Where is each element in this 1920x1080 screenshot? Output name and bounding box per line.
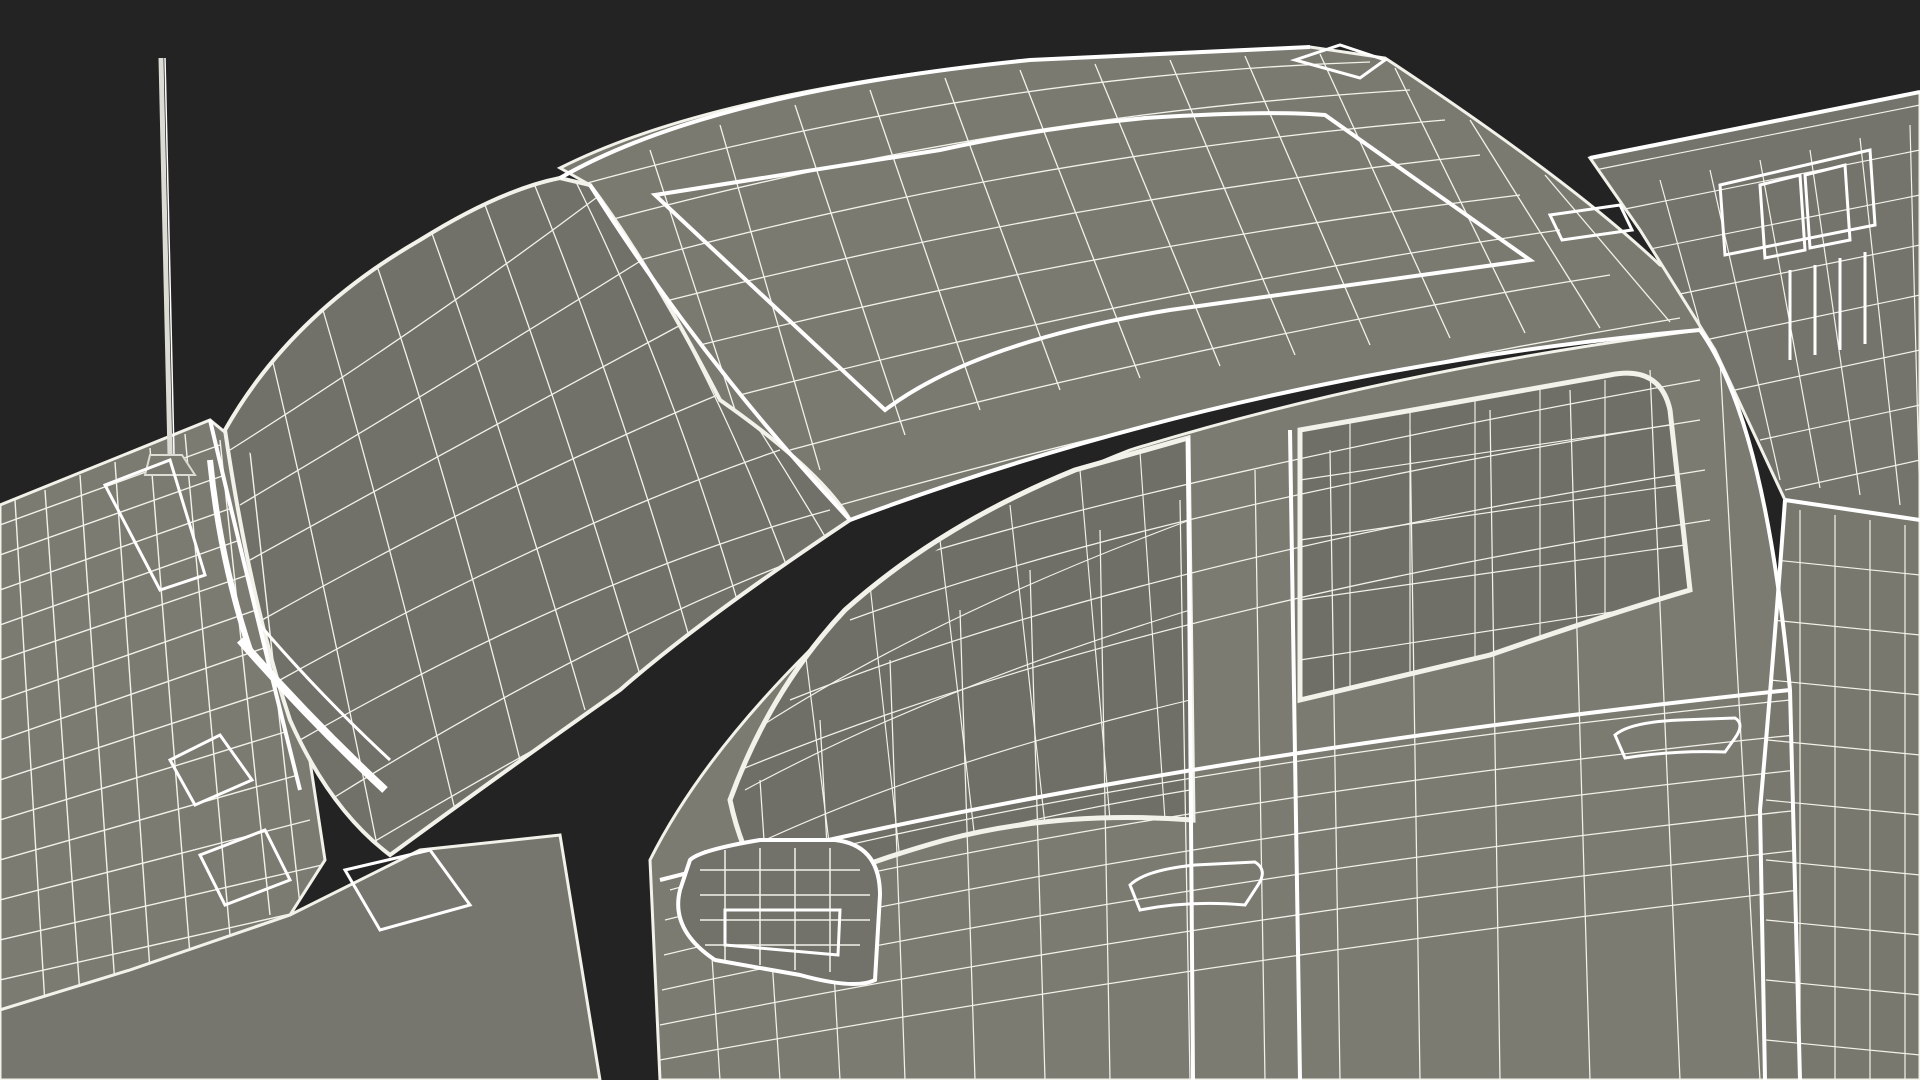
wireframe-truck-svg: [0, 0, 1920, 1080]
wireframe-truck-scene: [0, 0, 1920, 1080]
